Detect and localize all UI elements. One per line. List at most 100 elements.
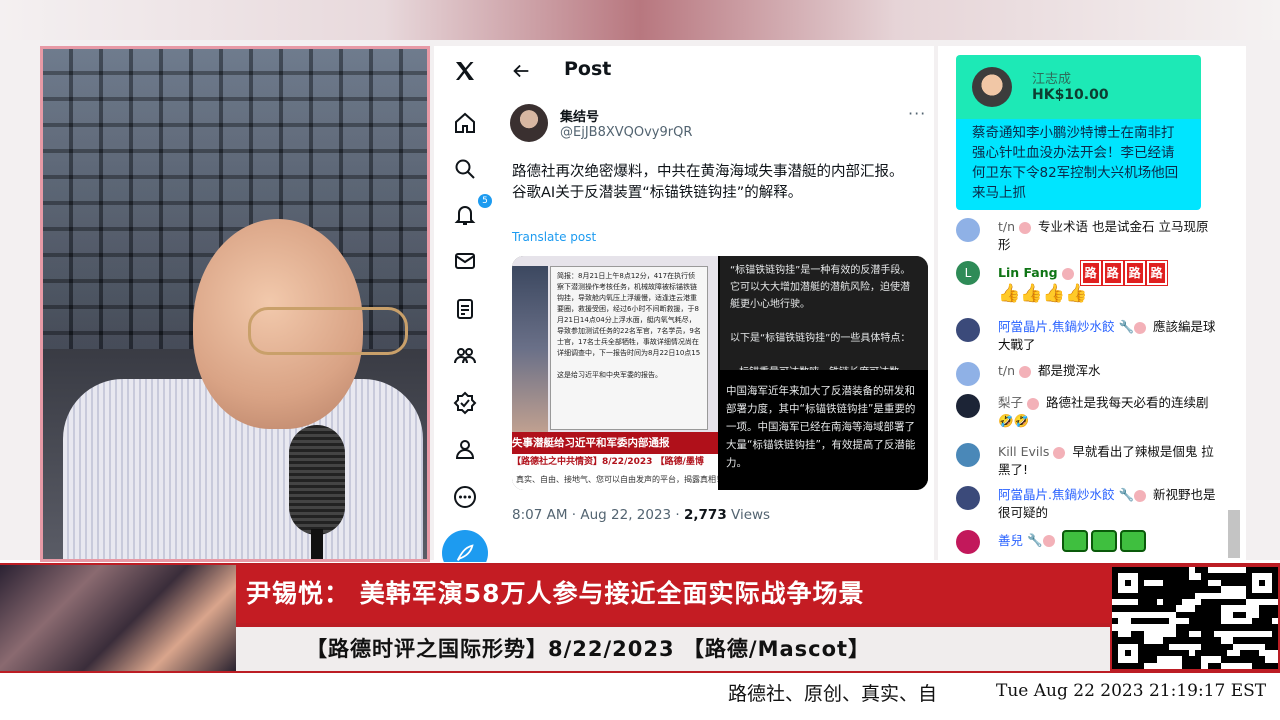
frog-emote-icon [1061, 530, 1088, 552]
live-chat-panel: 江志成 HK$10.00 蔡奇通知李小鹏沙特博士在南非打强心针吐血没办法开会！李… [938, 46, 1246, 562]
superchat-message: 蔡奇通知李小鹏沙特博士在南非打强心针吐血没办法开会！李已经请何卫东下令82军控制… [956, 119, 1201, 210]
moderator-wrench-icon: 🔧 [1118, 319, 1135, 334]
media-photo [512, 266, 548, 432]
back-arrow-icon[interactable] [510, 60, 532, 82]
author-name[interactable]: 集结号 [560, 106, 599, 125]
media-ai-text-top[interactable]: “标锚铁链钩挂”是一种有效的反潜手段。它可以大大增加潜艇的潜航风险，迫使潜艇更小… [720, 256, 928, 370]
more-icon[interactable] [448, 480, 482, 514]
twitter-post-panel: 5 Post 集结号 @EjJB8XVQOvy9rQR ··· 路德社再次绝密爆… [434, 46, 934, 562]
chat-message[interactable]: 梨子 路德社是我每天必看的连续剧 🤣🤣 [956, 394, 1216, 430]
avatar [956, 362, 980, 386]
chat-message[interactable]: t/n 专业术语 也是试金石 立马现原形 [956, 218, 1216, 254]
views-count: 2,773 [684, 507, 727, 523]
bell-icon[interactable]: 5 [448, 194, 492, 232]
feather-icon [456, 544, 474, 561]
frog-emote-icon [1090, 530, 1117, 552]
avatar [956, 218, 980, 242]
clock-text: Tue Aug 22 2023 21:19:17 EST [996, 681, 1267, 701]
avatar [972, 67, 1012, 107]
author-handle[interactable]: @EjJB8XVQOvy9rQR [560, 125, 692, 140]
home-icon[interactable] [448, 106, 482, 140]
chat-author: t/n [998, 219, 1016, 234]
search-icon[interactable] [448, 152, 482, 186]
chat-text: 都是搅浑水 [1038, 363, 1101, 378]
post-detail: Post 集结号 @EjJB8XVQOvy9rQR ··· 路德社再次绝密爆料，… [496, 46, 934, 562]
superchat-header: 江志成 HK$10.00 [956, 55, 1201, 119]
city-thumbnail [0, 565, 236, 671]
frog-emote-icon [1119, 530, 1146, 552]
headline-subtitle: 【路德时评之国际形势】8/22/2023 【路德/Mascot】 [236, 627, 1110, 671]
chat-author: t/n [998, 363, 1016, 378]
post-time: 8:07 AM · Aug 22, 2023 · [512, 507, 685, 523]
member-badge-icon [1042, 535, 1055, 547]
translate-post-link[interactable]: Translate post [512, 230, 596, 244]
communities-icon[interactable] [448, 338, 482, 372]
media-ai-text-bottom[interactable]: 中国海军近年来加大了反潜装备的研发和部署力度，其中“标锚铁链钩挂”是重要的一项。… [720, 372, 928, 490]
author-avatar[interactable] [510, 104, 548, 142]
superchat-card[interactable]: 江志成 HK$10.00 蔡奇通知李小鹏沙特博士在南非打强心针吐血没办法开会！李… [956, 55, 1201, 210]
media-red-banner: 失事潜艇给习近平和军委内部通报 [512, 432, 718, 454]
moderator-wrench-icon: 🔧 [1118, 487, 1135, 502]
chat-message[interactable]: L Lin Fang 路路路路 👍👍👍👍 [956, 260, 1216, 304]
tweet-text: 路德社再次绝密爆料，中共在黄海海域失事潜艇的内部汇报。 谷歌AI关于反潜装置“标… [512, 164, 904, 201]
x-logo-icon[interactable] [448, 54, 482, 88]
superchat-amount: HK$10.00 [1032, 87, 1109, 103]
member-badge-icon [1019, 365, 1032, 378]
chat-message[interactable]: t/n 都是搅浑水 [956, 362, 1216, 386]
media-image-left[interactable]: 简报：8月21日上午8点12分，417在执行侦察下潜测操作考核任务，机械故障被标… [512, 256, 718, 490]
post-more-icon[interactable]: ··· [908, 104, 926, 123]
chat-author: 阿當晶片.焦鍋炒水餃 [998, 487, 1115, 502]
compose-post-button[interactable] [442, 530, 488, 562]
avatar [956, 486, 980, 510]
media-doc-text: 简报：8月21日上午8点12分，417在执行侦察下潜测操作考核任务，机械故障被标… [557, 272, 701, 379]
background-banner [0, 0, 1280, 40]
member-badge-icon [1053, 446, 1066, 459]
moderator-wrench-icon: 🔧 [1027, 532, 1043, 548]
headline-title: 尹锡悦： 美韩军演58万人参与接近全面实际战争场景 [236, 565, 1110, 623]
chat-author: Kill Evils [998, 444, 1050, 459]
chat-author: 梨子 [998, 395, 1024, 410]
chat-message[interactable]: Kill Evils 早就看出了辣椒是個鬼 拉黑了! [956, 443, 1216, 479]
post-timestamp: 8:07 AM · Aug 22, 2023 · 2,773 Views [512, 507, 770, 523]
chat-author: 善兒 [998, 532, 1024, 548]
chat-message[interactable]: 阿當晶片.焦鍋炒水餃 🔧 新视野也是很可疑的 [956, 486, 1216, 522]
member-badge-icon [1019, 221, 1032, 234]
road-sticker: 路 [1145, 260, 1168, 286]
notification-badge: 5 [478, 194, 492, 208]
list-icon[interactable] [448, 292, 482, 326]
verified-icon[interactable] [448, 386, 482, 420]
chat-message[interactable]: 善兒 🔧 [956, 530, 1216, 554]
page-title: Post [564, 58, 612, 80]
microphone [289, 425, 345, 535]
chat-scrollbar[interactable] [1228, 510, 1240, 558]
avatar [956, 318, 980, 342]
member-badge-icon [1027, 397, 1040, 410]
member-badge-icon [1134, 321, 1147, 334]
media-document: 简报：8月21日上午8点12分，417在执行侦察下潜测操作考核任务，机械故障被标… [550, 266, 708, 430]
ticker-text: 路德社、原创、真实、自 [728, 683, 938, 705]
host-video [40, 46, 430, 562]
views-label: Views [726, 507, 771, 523]
avatar: L [956, 261, 980, 285]
chat-author: 阿當晶片.焦鍋炒水餃 [998, 319, 1115, 334]
thumbs-up-icon: 👍👍👍👍 [998, 283, 1088, 304]
twitter-sidebar: 5 [434, 46, 496, 562]
avatar [956, 443, 980, 467]
chat-author: Lin Fang [998, 265, 1058, 280]
avatar [956, 394, 980, 418]
superchat-name: 江志成 [1032, 72, 1072, 87]
mail-icon[interactable] [448, 244, 482, 278]
qr-code [1112, 567, 1278, 669]
profile-icon[interactable] [448, 432, 482, 466]
avatar [956, 530, 980, 554]
road-sticker: 路 [1101, 260, 1124, 286]
chat-message[interactable]: 阿當晶片.焦鍋炒水餃 🔧 應該編是球大戰了 [956, 318, 1216, 354]
post-media[interactable]: 简报：8月21日上午8点12分，417在执行侦察下潜测操作考核任务，机械故障被标… [512, 256, 928, 490]
host-glasses [248, 307, 408, 355]
road-sticker: 路 [1123, 260, 1146, 286]
media-sub-banner: 【路德社之中共情资】8/22/2023 【路德/墨博 [512, 454, 718, 470]
member-badge-icon [1134, 489, 1147, 502]
microphone-stand [311, 529, 323, 559]
media-footer-line: 真实、自由、接地气、您可以自由发声的平台，揭露真相！ [512, 470, 718, 490]
road-sticker: 路 [1079, 260, 1102, 286]
